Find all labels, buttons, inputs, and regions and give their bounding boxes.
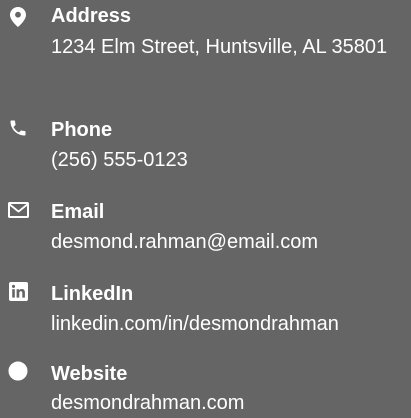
contact-label-linkedin: LinkedIn [51,283,134,305]
linkedin-icon [7,280,29,302]
contact-item-phone: Phone (256) 555-0123 [0,114,411,178]
contact-item-website: Website desmondrahman.com [0,360,411,417]
contact-label-phone: Phone [51,119,113,141]
phone-icon [7,117,29,139]
contact-item-address: Address 1234 Elm Street, Huntsville, AL … [0,0,411,100]
address-text: 1234 Elm Street, Huntsville, AL 35801 [51,36,388,58]
envelope-icon [7,199,29,221]
contact-label-email: Email [51,201,105,223]
contact-label-website: Website [51,363,128,385]
contact-item-email: Email desmond.rahman@email.com [0,196,411,260]
linkedin-link[interactable]: linkedin.com/in/desmondrahman [51,309,401,339]
contact-item-linkedin: LinkedIn linkedin.com/in/desmondrahman [0,278,411,342]
website-link[interactable]: desmondrahman.com [51,388,401,418]
phone-number-link[interactable]: (256) 555-0123 [51,145,401,175]
map-marker-icon [7,6,29,28]
contact-label-address: Address [51,5,132,27]
globe-icon [7,360,29,382]
contact-list: Address 1234 Elm Street, Huntsville, AL … [0,0,411,417]
email-link[interactable]: desmond.rahman@email.com [51,227,401,257]
